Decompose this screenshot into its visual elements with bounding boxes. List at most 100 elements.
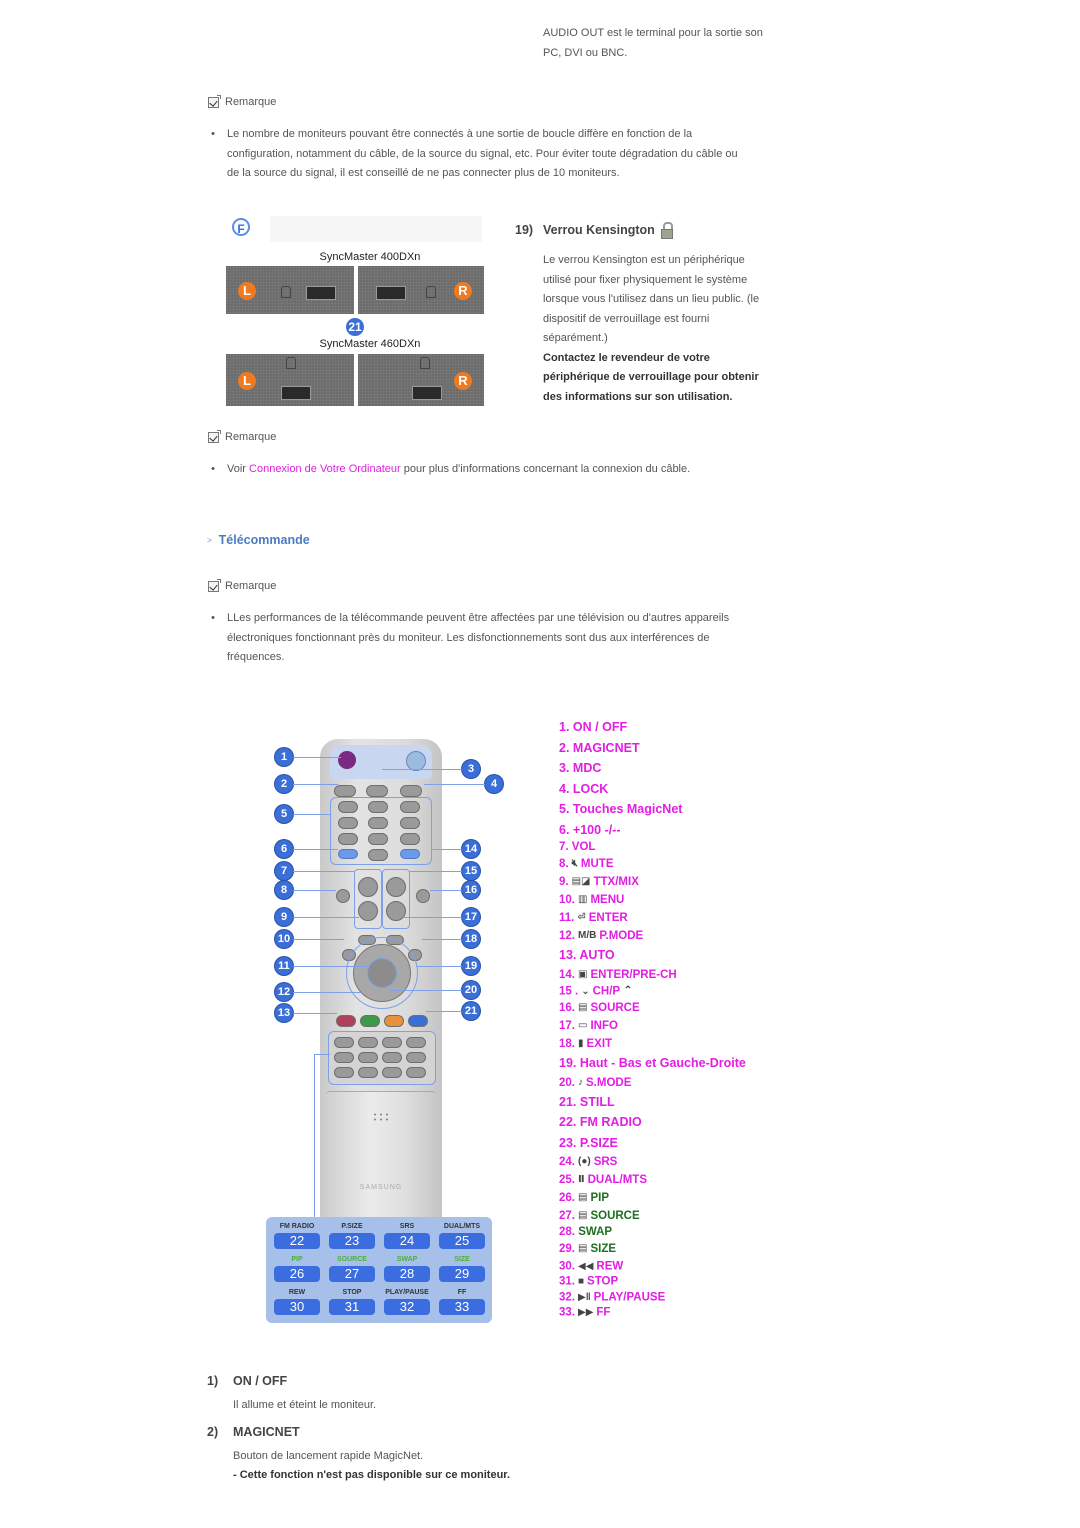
callout-21: 21 [346, 318, 364, 336]
kensington-heading: 19) Verrou Kensington [515, 222, 673, 239]
grid-key-number: 32 [384, 1299, 430, 1315]
legend-label: SIZE [590, 1243, 617, 1256]
legend-item: 31. ■ STOP [559, 1274, 746, 1290]
enter-icon: ⏎ [577, 912, 586, 924]
callout-5: 5 [275, 805, 293, 823]
audio-out-line-1: AUDIO OUT est le terminal pour la sortie… [543, 27, 763, 39]
legend-label: +100 -/-- [572, 822, 621, 837]
audio-out-description: AUDIO OUT est le terminal pour la sortie… [543, 24, 763, 63]
audio-out-line-2: PC, DVI ou BNC. [543, 46, 628, 59]
stop-icon: ■ [578, 1276, 585, 1288]
legend-label: ENTER/PRE-CH [590, 968, 677, 981]
model-label-460dxn: SyncMaster 460DXn [319, 338, 421, 350]
section-telecommande: > Télécommande [207, 533, 310, 547]
heading-title: Verrou Kensington [543, 223, 655, 237]
legend-number: 23. [559, 1135, 577, 1150]
bold-line: Contactez le revendeur de votre [543, 351, 710, 364]
chevron-down-icon: ⌄ [581, 985, 590, 997]
menu-icon: ▥ [578, 894, 588, 906]
legend-number: 4. [559, 781, 570, 796]
callout-14: 14 [462, 840, 480, 858]
section-title: Télécommande [218, 533, 310, 547]
right-badge: R [454, 372, 472, 390]
kensington-slot [412, 386, 442, 400]
detail-text: Bouton de lancement rapide MagicNet. [233, 1449, 424, 1462]
padlock-icon [660, 222, 673, 239]
legend-label: CH/P [592, 985, 621, 998]
note2-prefix: Voir [227, 463, 250, 475]
legend-item: 26. ▤ PIP [559, 1189, 746, 1207]
note3-line: fréquences. [227, 651, 285, 663]
grid-key-label: FM RADIO [279, 1223, 315, 1230]
model-label-400dxn: SyncMaster 400DXn [319, 251, 421, 263]
teletext-icon: ▤◪ [571, 876, 591, 888]
callout-18: 18 [462, 930, 480, 948]
legend-item: 15 . ⌄ CH/P ⌃ [559, 984, 746, 1000]
button-details: 1) ON / OFF Il allume et éteint le monit… [207, 1374, 807, 1486]
kensington-description: Le verrou Kensington est un périphérique… [543, 251, 803, 407]
pip-size-icon: ▤ [578, 1243, 588, 1255]
play-pause-icon: ▶‖ [578, 1291, 591, 1303]
dual-icon: Ⅱ [578, 1174, 585, 1186]
legend-item: 24. (●) SRS [559, 1153, 746, 1171]
legend-label: FM RADIO [579, 1115, 642, 1130]
callout-1: 1 [275, 748, 293, 766]
legend-label: EXIT [586, 1038, 613, 1051]
note-checkbox-icon [208, 429, 221, 443]
legend-item: 12. M/B P.MODE [559, 927, 746, 945]
legend-item: 30. ◀◀ REW [559, 1259, 746, 1275]
kensington-slot [306, 286, 336, 300]
desc-line: Le verrou Kensington est un périphérique [543, 254, 745, 266]
legend-item: 6. +100 -/-- [559, 820, 746, 841]
magicnet-button [334, 785, 356, 797]
legend-item: 20. ♪ S.MODE [559, 1074, 746, 1092]
padlock-icon [426, 286, 436, 298]
source-icon: ▤ [578, 1002, 588, 1014]
callout-3: 3 [462, 760, 480, 778]
note-remarque-3: Remarque [208, 578, 277, 592]
note-label: Remarque [225, 431, 277, 443]
remote-legend: 1. ON / OFF 2. MAGICNET 3. MDC 4. LOCK 5. To… [559, 717, 746, 1321]
connexion-ordinateur-link[interactable]: Connexion de Votre Ordinateur [249, 463, 401, 475]
legend-label: VOL [571, 841, 596, 853]
legend-number: 9. [559, 876, 569, 889]
legend-number: 21. [559, 1094, 577, 1109]
legend-item: 33. ▶▶ FF [559, 1305, 746, 1321]
legend-item: 8. 🔇︎ MUTE [559, 855, 746, 873]
legend-item: 27. ▤ SOURCE [559, 1207, 746, 1225]
detail-number: 2) [207, 1424, 219, 1439]
legend-item: 4. LOCK [559, 779, 746, 800]
grid-key-number: 31 [329, 1299, 375, 1315]
kensington-slot [376, 286, 406, 300]
legend-number: 20. [559, 1076, 575, 1089]
legend-item: 32. ▶‖ PLAY/PAUSE [559, 1290, 746, 1306]
callout-11: 11 [275, 957, 293, 975]
legend-item: 17. ▭ INFO [559, 1017, 746, 1035]
direction-pad [346, 937, 418, 1009]
legend-label: DUAL/MTS [587, 1174, 648, 1187]
callout-9: 9 [275, 908, 293, 926]
grid-key-label: PIP [291, 1256, 303, 1263]
grid-key-number: 25 [439, 1233, 485, 1249]
grid-key-label: SWAP [396, 1256, 418, 1263]
legend-number: 11. [559, 912, 575, 925]
legend-label: STOP [587, 1275, 619, 1288]
legend-item: 1. ON / OFF [559, 717, 746, 738]
kensington-slot-image: F SyncMaster 400DXn L R 21 SyncMaster 46… [226, 214, 484, 408]
grid-key-number: 22 [274, 1233, 320, 1249]
legend-label: AUTO [579, 948, 615, 963]
note-label: Remarque [225, 580, 277, 592]
bold-line: périphérique de verrouillage pour obteni… [543, 371, 759, 383]
callout-4: 4 [485, 775, 503, 793]
image-header-bar [270, 216, 482, 242]
rear-panel-left-400: L [226, 266, 354, 314]
legend-item: 16. ▤ SOURCE [559, 999, 746, 1017]
grid-key-number: 33 [439, 1299, 485, 1315]
grid-key-number: 29 [439, 1266, 485, 1282]
padlock-icon [420, 357, 430, 369]
grid-key-label: FF [457, 1289, 467, 1296]
mute-icon: 🔇︎ [571, 858, 578, 869]
legend-number: 12. [559, 930, 575, 943]
note1-line: de la source du signal, il est conseillé… [227, 167, 620, 179]
grid-key-number: 27 [329, 1266, 375, 1282]
